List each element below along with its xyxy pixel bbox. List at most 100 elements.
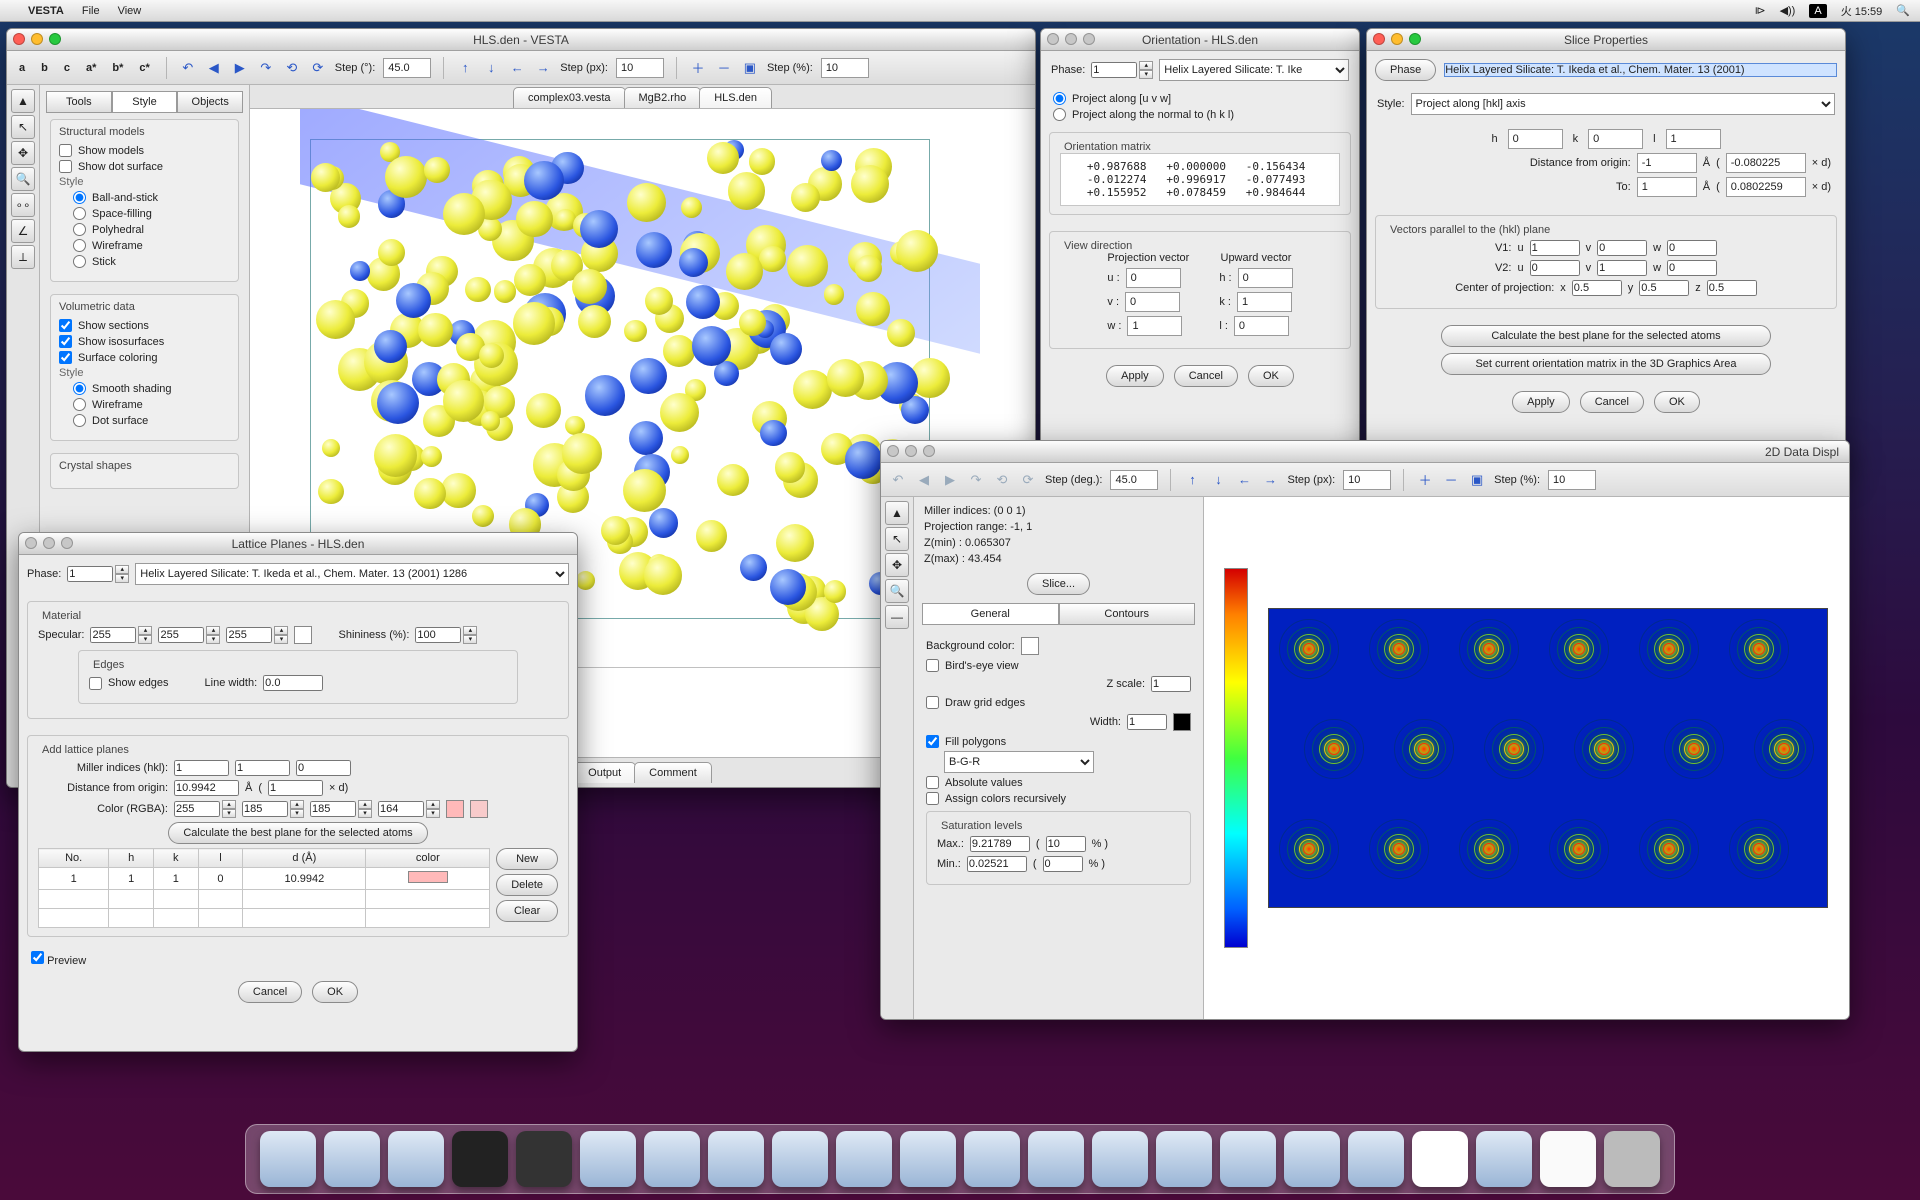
clear-button[interactable]: Clear [496,900,558,922]
rotate-left-up-icon[interactable]: ↶ [179,59,197,77]
min-input[interactable] [967,856,1027,872]
dock-stamp-icon[interactable] [644,1131,700,1187]
color-swatch-alpha[interactable] [470,800,488,818]
slice-apply-button[interactable]: Apply [1512,391,1570,413]
up-icon[interactable]: ▴ [426,800,440,809]
dd-slice-button[interactable]: Slice... [1027,573,1090,595]
v2w-input[interactable] [1667,260,1717,276]
color-swatch-opaque[interactable] [446,800,464,818]
h-input[interactable] [1238,268,1293,288]
minimize-icon[interactable] [31,33,43,45]
cz-input[interactable] [1707,280,1757,296]
down-icon[interactable]: ▾ [463,635,477,644]
v-input[interactable] [1125,292,1180,312]
minimize-icon[interactable] [43,537,55,549]
dd-move-icon[interactable]: ✥ [885,553,909,577]
dock-launchpad-icon[interactable] [964,1131,1020,1187]
minimize-icon[interactable] [1391,33,1403,45]
main-titlebar[interactable]: HLS.den - VESTA [7,29,1035,51]
axis-cstar[interactable]: c* [135,62,153,74]
axis-astar[interactable]: a* [82,62,100,74]
color-g-input[interactable] [242,801,288,817]
v1v-input[interactable] [1597,240,1647,256]
pointer-tool-icon[interactable]: ▲ [11,89,35,113]
zoom-out-icon[interactable]: － [715,59,733,77]
miller-l-input[interactable] [296,760,351,776]
show-dot-check[interactable] [59,160,72,173]
fp-check[interactable] [926,735,939,748]
wifi-icon[interactable]: ⧐ [1755,4,1766,17]
close-icon[interactable] [13,33,25,45]
up-icon[interactable]: ▴ [290,800,304,809]
dd-step-deg-input[interactable] [1110,470,1158,490]
close-icon[interactable] [1047,33,1059,45]
dock-terminal-icon[interactable] [452,1131,508,1187]
preview-check[interactable] [31,951,44,964]
vol-smooth-radio[interactable] [73,382,86,395]
translate-left-icon[interactable]: ← [508,59,526,77]
lat-best-button[interactable]: Calculate the best plane for the selecte… [168,822,427,844]
dock-vesta-icon[interactable] [1412,1131,1468,1187]
new-button[interactable]: New [496,848,558,870]
dd-zoom-icon[interactable]: 🔍 [885,579,909,603]
bev-check[interactable] [926,659,939,672]
rotate-right-down-icon[interactable]: ↷ [257,59,275,77]
cy-input[interactable] [1639,280,1689,296]
doc-tab-1[interactable]: MgB2.rho [624,87,702,108]
v2u-input[interactable] [1530,260,1580,276]
dd-step-px-input[interactable] [1343,470,1391,490]
mac-dock[interactable] [245,1124,1675,1194]
zoom-icon[interactable] [1409,33,1421,45]
slice-dist-input[interactable] [1637,153,1697,173]
slice-best-button[interactable]: Calculate the best plane for the selecte… [1441,325,1771,347]
dd-ruler-icon[interactable]: — [885,605,909,629]
tab-objects[interactable]: Objects [177,91,243,113]
dock-safari-icon[interactable] [708,1131,764,1187]
lat-phase-down-icon[interactable]: ▾ [115,574,129,583]
output-tab[interactable]: Output [573,762,636,783]
axis-b[interactable]: b [37,62,52,74]
vol-dot-radio[interactable] [73,414,86,427]
tab-style[interactable]: Style [112,91,178,113]
style-wire-radio[interactable] [73,239,86,252]
comment-tab[interactable]: Comment [634,762,712,783]
dock-sysprefs-icon[interactable] [1092,1131,1148,1187]
planes-table[interactable]: No.hkld (Å)color 111010.9942 [38,848,490,928]
down-icon[interactable]: ▾ [290,809,304,818]
dock-finder-icon[interactable] [260,1131,316,1187]
style-stick-radio[interactable] [73,255,86,268]
dd-cw-icon[interactable]: ⟳ [1019,471,1037,489]
measure-tool-icon[interactable]: ∠ [11,219,35,243]
up-icon[interactable]: ▴ [138,626,152,635]
zoom-icon[interactable] [923,445,935,457]
phase-down-icon[interactable]: ▾ [1139,70,1153,79]
dd-tab-contours[interactable]: Contours [1059,603,1196,625]
dd-select-icon[interactable]: ↖ [885,527,909,551]
spotlight-icon[interactable]: 🔍 [1896,4,1910,17]
miller-h-input[interactable] [174,760,229,776]
orient-apply-button[interactable]: Apply [1106,365,1164,387]
max-input[interactable] [970,836,1030,852]
rotate-cw-icon[interactable]: ⟳ [309,59,327,77]
dd-minus-icon[interactable]: － [1442,471,1460,489]
down-icon[interactable]: ▾ [426,809,440,818]
ime-indicator[interactable]: A [1809,4,1826,18]
translate-down-icon[interactable]: ↓ [482,59,500,77]
show-models-check[interactable] [59,144,72,157]
lat-phase-input[interactable] [67,566,113,582]
spec-g-input[interactable] [158,627,204,643]
dihedral-tool-icon[interactable]: ⟂ [11,245,35,269]
phase-input[interactable] [1091,62,1137,78]
move-tool-icon[interactable]: ✥ [11,141,35,165]
lat-phase-select[interactable]: Helix Layered Silicate: T. Ikeda et al.,… [135,563,569,585]
dock-eclipse-icon[interactable] [1220,1131,1276,1187]
slice-to-d-input[interactable] [1726,177,1806,197]
dock-facetime-icon[interactable] [772,1131,828,1187]
slice-setmat-button[interactable]: Set current orientation matrix in the 3D… [1441,353,1771,375]
dock-timemachine-icon[interactable] [1028,1131,1084,1187]
doc-tab-0[interactable]: complex03.vesta [513,87,626,108]
down-icon[interactable]: ▾ [274,635,288,644]
surf-color-check[interactable] [59,351,72,364]
dd-down-icon[interactable]: ↓ [1209,471,1227,489]
zoom-icon[interactable] [1083,33,1095,45]
